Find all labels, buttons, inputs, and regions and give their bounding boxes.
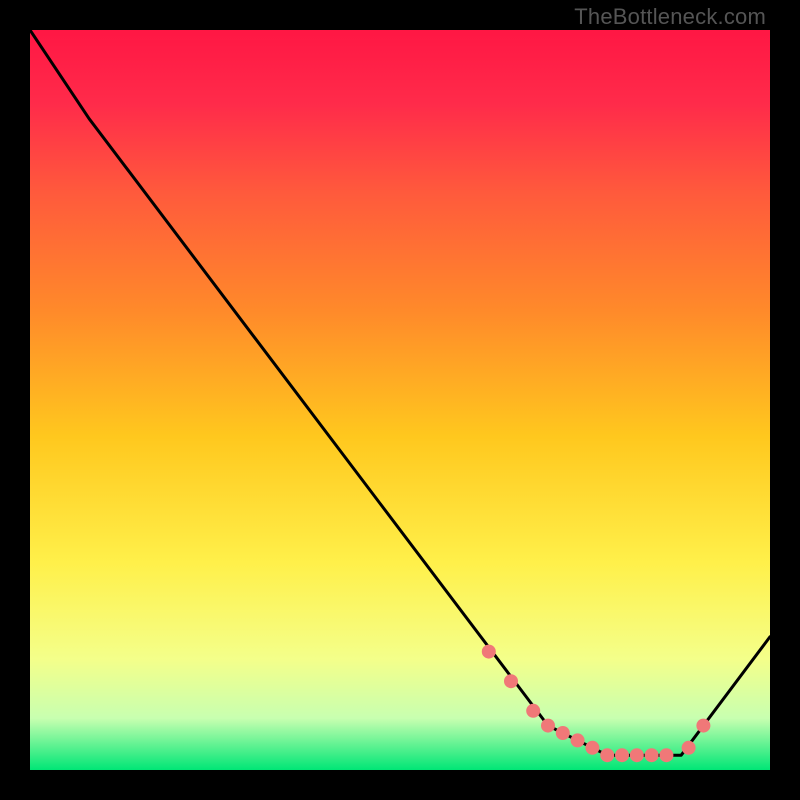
marker-dot bbox=[696, 719, 710, 733]
marker-dot bbox=[541, 719, 555, 733]
marker-dot bbox=[585, 741, 599, 755]
marker-dot bbox=[682, 741, 696, 755]
gradient-background bbox=[30, 30, 770, 770]
marker-dot bbox=[630, 748, 644, 762]
chart-svg bbox=[30, 30, 770, 770]
marker-dot bbox=[571, 733, 585, 747]
marker-dot bbox=[615, 748, 629, 762]
marker-dot bbox=[600, 748, 614, 762]
marker-dot bbox=[659, 748, 673, 762]
marker-dot bbox=[504, 674, 518, 688]
marker-dot bbox=[556, 726, 570, 740]
marker-dot bbox=[482, 645, 496, 659]
chart-frame bbox=[30, 30, 770, 770]
watermark-text: TheBottleneck.com bbox=[574, 4, 766, 30]
marker-dot bbox=[645, 748, 659, 762]
marker-dot bbox=[526, 704, 540, 718]
chart-plot bbox=[30, 30, 770, 770]
